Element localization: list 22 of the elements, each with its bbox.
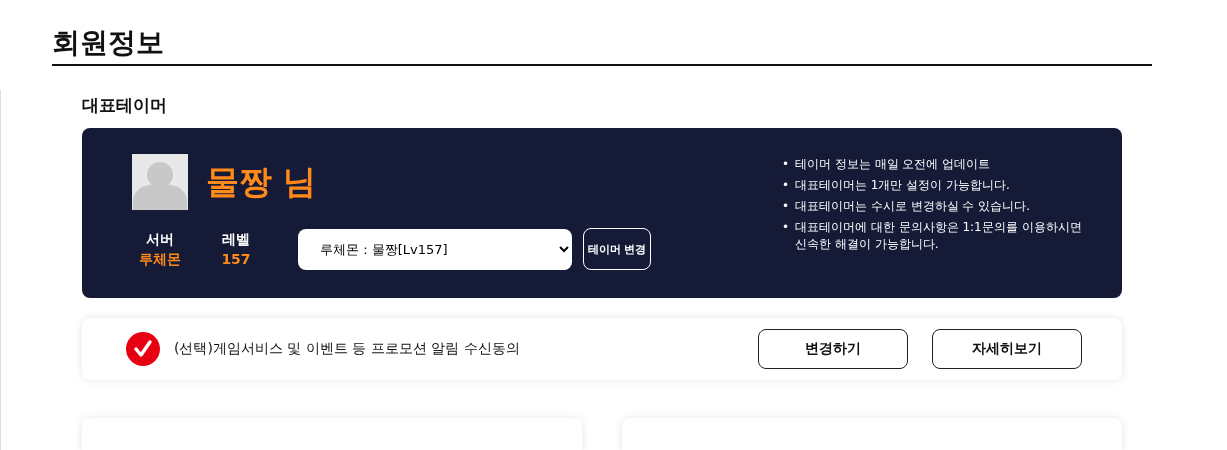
bullet-mark: •: [782, 177, 791, 194]
level-value: 157: [221, 250, 251, 269]
outline-button[interactable]: 변경하기: [758, 329, 908, 369]
bullet-mark: •: [782, 198, 791, 215]
check-icon[interactable]: [126, 332, 160, 366]
tamer-name: 물짱 님: [206, 160, 317, 203]
notice-item: 대표테이머는 수시로 변경하실 수 있습니다.: [795, 198, 1032, 215]
section-title: 대표테이머: [82, 94, 168, 116]
server-value: 루체몬: [139, 250, 181, 269]
change-tamer-button[interactable]: 테이머 변경: [583, 228, 651, 270]
page-title: 회원정보: [52, 25, 165, 61]
tamer-select[interactable]: 루체몬 : 물짱[Lv157]: [298, 228, 572, 270]
outline-button[interactable]: 자세히보기: [932, 329, 1082, 369]
avatar-icon: [132, 154, 188, 210]
server-label: 서버: [146, 230, 174, 249]
notice-item: 테이머 정보는 매일 오전에 업데이트: [795, 156, 992, 173]
level-label: 레벨: [222, 230, 250, 249]
bullet-mark: •: [782, 219, 791, 236]
notice-item: 대표테이머는 1개만 설정이 가능합니다.: [795, 177, 1011, 194]
notice-item: 대표테이머에 대한 문의사항은 1:1문의를 이용하시면 신속한 해결이 가능합니다.: [795, 219, 1082, 253]
bullet-mark: •: [782, 156, 791, 173]
consent-label: (선택)게임서비스 및 이벤트 등 프로모션 알림 수신동의: [174, 340, 521, 358]
